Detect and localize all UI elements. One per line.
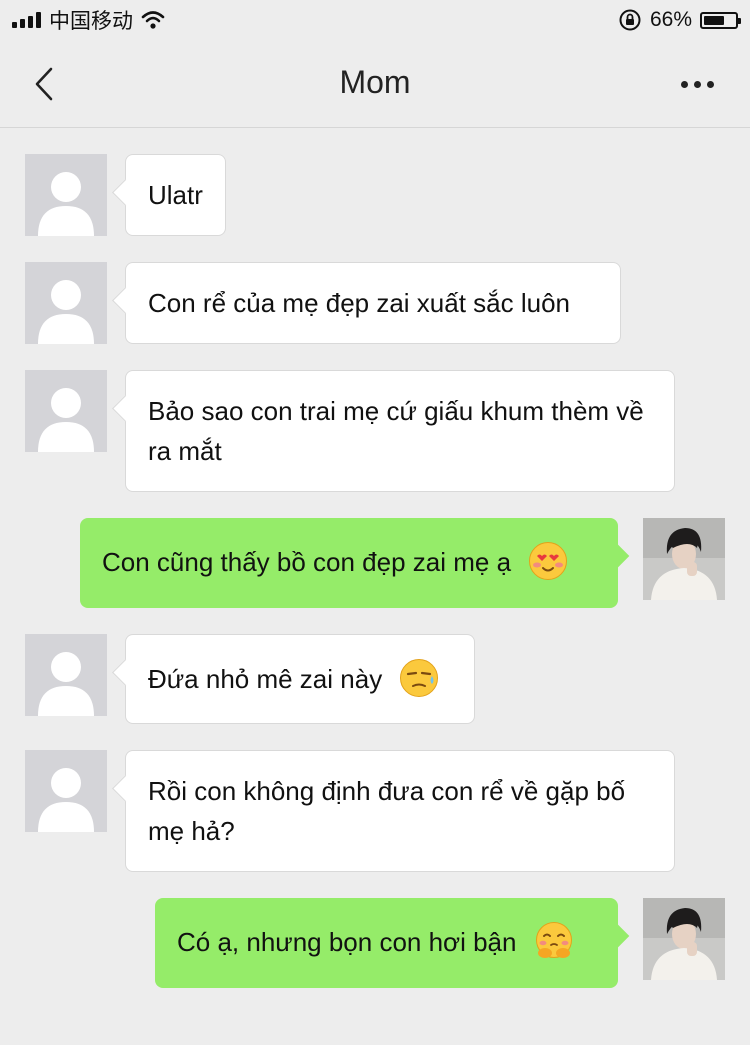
user-photo: [643, 518, 725, 600]
chat-title: Mom: [339, 64, 411, 100]
wifi-icon: [141, 11, 165, 29]
status-bar: 中国移动 66%: [0, 0, 750, 40]
rotation-lock-icon: [619, 9, 641, 31]
message-text: Con rể của mẹ đẹp zai xuất sắc luôn: [148, 288, 571, 318]
carrier-label: 中国移动: [49, 10, 133, 33]
message-text: Rồi con không định đưa con rể về gặp bố …: [148, 776, 626, 846]
message-text: Bảo sao con trai mẹ cứ giấu khum thèm về…: [148, 396, 644, 466]
contact-avatar[interactable]: [25, 154, 107, 236]
incoming-message-bubble[interactable]: Ulatr: [125, 154, 226, 236]
outgoing-message-bubble[interactable]: Con cũng thấy bồ con đẹp zai mẹ ạ: [80, 518, 618, 608]
back-button[interactable]: [24, 62, 64, 106]
default-avatar-icon: [38, 172, 94, 236]
incoming-message-bubble[interactable]: Rồi con không định đưa con rể về gặp bố …: [125, 750, 675, 872]
more-dot: [680, 80, 688, 88]
more-button[interactable]: [674, 68, 720, 100]
default-avatar-icon: [38, 652, 94, 716]
incoming-message-bubble[interactable]: Con rể của mẹ đẹp zai xuất sắc luôn: [125, 262, 621, 344]
pleading-hands-emoji: [535, 922, 572, 959]
signal-icon: [12, 12, 41, 28]
default-avatar-icon: [38, 388, 94, 452]
default-avatar-icon: [38, 280, 94, 344]
message-text: Ulatr: [148, 180, 203, 210]
status-left: 中国移动: [12, 5, 165, 35]
user-avatar[interactable]: [643, 898, 725, 980]
heart-eyes-blush-emoji: [529, 542, 568, 581]
user-photo: [643, 898, 725, 980]
chevron-left-icon: [35, 67, 53, 101]
more-dot: [706, 80, 714, 88]
status-right: 66%: [618, 8, 741, 32]
contact-avatar[interactable]: [25, 370, 107, 452]
incoming-message-bubble[interactable]: Bảo sao con trai mẹ cứ giấu khum thèm về…: [125, 370, 675, 492]
incoming-message-bubble[interactable]: Đứa nhỏ mê zai này: [125, 634, 475, 724]
battery-icon: [700, 11, 741, 29]
message-text: Con cũng thấy bồ con đẹp zai mẹ ạ: [102, 547, 512, 577]
default-avatar-icon: [38, 768, 94, 832]
smirk-sweat-emoji: [400, 659, 439, 698]
user-avatar[interactable]: [643, 518, 725, 600]
battery-fill: [704, 15, 724, 25]
outgoing-message-bubble[interactable]: Có ạ, nhưng bọn con hơi bận: [155, 898, 618, 988]
contact-avatar[interactable]: [25, 634, 107, 716]
nav-bar: Mom: [0, 40, 750, 128]
message-text: Đứa nhỏ mê zai này: [148, 664, 383, 694]
contact-avatar[interactable]: [25, 750, 107, 832]
battery-percent: 66%: [649, 8, 692, 31]
message-text: Có ạ, nhưng bọn con hơi bận: [177, 927, 517, 957]
more-dot: [693, 80, 701, 88]
contact-avatar[interactable]: [25, 262, 107, 344]
